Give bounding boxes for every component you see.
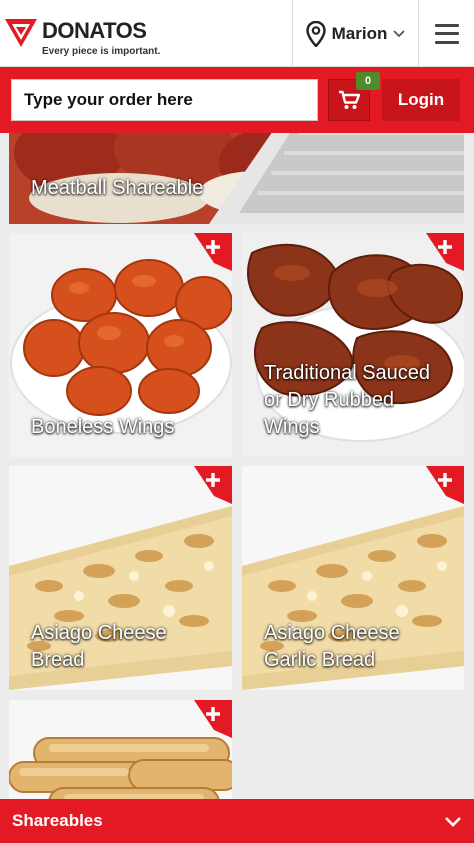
product-name: Asiago Cheese Garlic Bread — [264, 622, 400, 671]
product-name: Meatball Shareable — [31, 177, 204, 199]
add-to-order-button[interactable] — [194, 466, 232, 504]
brand-name: DONATOS — [42, 18, 147, 43]
location-label: Marion — [331, 23, 388, 43]
app-header: DONATOS Every piece is important. Marion — [0, 0, 474, 67]
product-card[interactable]: Meatball Shareable — [9, 133, 464, 224]
chevron-down-icon — [393, 29, 405, 37]
order-search-input[interactable] — [11, 79, 318, 121]
product-card[interactable] — [9, 700, 232, 799]
product-grid: Meatball Shareable Boneless Wings Tradit… — [0, 133, 474, 799]
product-name: Traditional Sauced or Dry Rubbed Wings — [264, 362, 431, 438]
add-to-order-button[interactable] — [426, 466, 464, 504]
shopping-cart-icon — [339, 90, 360, 109]
location-selector[interactable]: Marion — [292, 0, 419, 67]
login-button[interactable]: Login — [382, 79, 460, 121]
location-pin-icon — [305, 20, 326, 47]
add-to-order-button[interactable] — [426, 233, 464, 271]
add-to-order-button[interactable] — [194, 700, 232, 738]
hamburger-icon — [435, 23, 459, 44]
donatos-logo-mark-icon — [5, 19, 37, 47]
category-label: Shareables — [12, 811, 103, 830]
donatos-logo[interactable]: DONATOS Every piece is important. — [4, 14, 164, 58]
product-name: Boneless Wings — [31, 416, 175, 438]
chevron-down-icon — [445, 816, 461, 827]
hamburger-menu-button[interactable] — [420, 0, 474, 67]
product-name: Asiago Cheese Bread — [31, 622, 167, 671]
product-card[interactable]: Asiago Cheese Bread — [9, 466, 232, 690]
add-to-order-button[interactable] — [194, 233, 232, 271]
category-selector[interactable]: Shareables — [0, 799, 474, 843]
product-card[interactable]: Boneless Wings — [9, 233, 232, 457]
brand-tagline: Every piece is important. — [42, 46, 161, 57]
search-strip: Login — [0, 67, 474, 133]
cart-count-badge: 0 — [356, 72, 380, 90]
product-card[interactable]: Asiago Cheese Garlic Bread — [242, 466, 464, 690]
product-card[interactable]: Traditional Sauced or Dry Rubbed Wings — [242, 233, 464, 457]
